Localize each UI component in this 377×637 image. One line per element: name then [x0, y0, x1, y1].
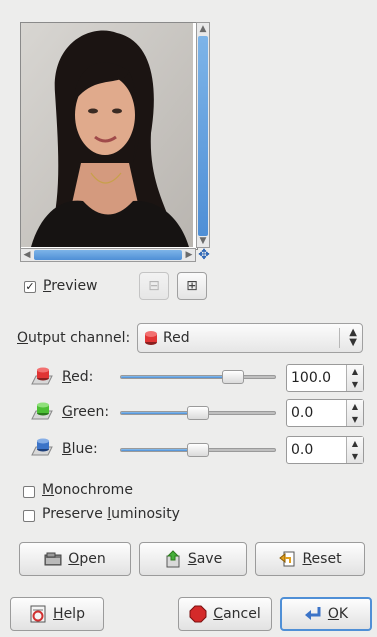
scroll-left-icon[interactable]: ◀: [21, 249, 33, 261]
scroll-up-icon[interactable]: ▲: [197, 23, 209, 35]
scroll-down-icon[interactable]: ▼: [197, 235, 209, 247]
decrement-icon[interactable]: ▼: [347, 413, 363, 426]
zoom-out-button[interactable]: ⊟: [139, 272, 169, 300]
zoom-out-icon: ⊟: [148, 278, 160, 294]
green-slider[interactable]: [120, 406, 276, 420]
open-label: Open: [68, 551, 106, 567]
blue-slider[interactable]: [120, 443, 276, 457]
ok-enter-icon: [304, 607, 321, 620]
save-label: Save: [187, 551, 223, 567]
red-slider-knob[interactable]: [222, 370, 244, 384]
red-spinbox[interactable]: 100.0 ▲ ▼: [286, 364, 364, 392]
combo-arrows-icon: ▲ ▼: [349, 327, 357, 348]
red-label: Red:: [62, 369, 94, 385]
scroll-thumb[interactable]: [34, 250, 182, 260]
increment-icon[interactable]: ▲: [347, 365, 363, 378]
red-channel-icon: [31, 367, 53, 385]
ok-button[interactable]: OK: [280, 597, 372, 631]
monochrome-label[interactable]: Monochrome: [42, 482, 133, 498]
output-channel-combo[interactable]: Red ▲ ▼: [137, 323, 363, 353]
blue-slider-fill: [121, 449, 197, 451]
help-label: Help: [53, 606, 85, 622]
open-folder-icon: [44, 552, 62, 566]
preview-checkbox[interactable]: ✓: [24, 281, 36, 293]
scroll-thumb[interactable]: [198, 36, 208, 236]
blue-value[interactable]: 0.0: [291, 442, 313, 458]
preview-horizontal-scrollbar[interactable]: ◀ ▶: [20, 248, 196, 262]
navigate-move-icon[interactable]: ✥: [197, 248, 211, 262]
blue-spinbox[interactable]: 0.0 ▲ ▼: [286, 436, 364, 464]
increment-icon[interactable]: ▲: [347, 437, 363, 450]
preview-vertical-scrollbar[interactable]: ▲ ▼: [196, 22, 210, 248]
red-value[interactable]: 100.0: [291, 370, 331, 386]
red-slider[interactable]: [120, 370, 276, 384]
decrement-icon[interactable]: ▼: [347, 378, 363, 391]
zoom-in-icon: ⊞: [186, 278, 198, 294]
green-label: Green:: [62, 404, 110, 420]
portrait-photo: [21, 23, 193, 247]
help-icon: [30, 605, 46, 623]
blue-label: Blue:: [62, 441, 98, 457]
help-button[interactable]: Help: [10, 597, 104, 631]
green-slider-fill: [121, 412, 197, 414]
reset-label: Reset: [302, 551, 342, 567]
preview-label[interactable]: Preview: [43, 278, 98, 294]
output-channel-label: Output channel:: [17, 330, 131, 346]
open-button[interactable]: Open: [19, 542, 131, 576]
cancel-label: Cancel: [213, 606, 261, 622]
save-button[interactable]: Save: [139, 542, 247, 576]
increment-icon[interactable]: ▲: [347, 400, 363, 413]
cancel-button[interactable]: Cancel: [178, 597, 272, 631]
save-icon: [166, 550, 180, 568]
reset-button[interactable]: Reset: [255, 542, 365, 576]
zoom-in-button[interactable]: ⊞: [177, 272, 207, 300]
red-channel-icon: [145, 331, 157, 345]
green-value[interactable]: 0.0: [291, 405, 313, 421]
preserve-luminosity-label[interactable]: Preserve luminosity: [42, 506, 180, 522]
green-channel-icon: [31, 402, 53, 420]
ok-label: OK: [327, 606, 349, 622]
decrement-icon[interactable]: ▼: [347, 450, 363, 463]
preview-image[interactable]: [21, 23, 193, 247]
blue-channel-icon: [31, 438, 53, 456]
monochrome-checkbox[interactable]: [23, 486, 35, 498]
green-slider-knob[interactable]: [187, 406, 209, 420]
red-slider-fill: [121, 376, 233, 378]
cancel-stop-icon: [189, 605, 207, 623]
green-spinbox[interactable]: 0.0 ▲ ▼: [286, 399, 364, 427]
reset-icon: [279, 551, 295, 567]
scroll-right-icon[interactable]: ▶: [183, 249, 195, 261]
preserve-luminosity-checkbox[interactable]: [23, 510, 35, 522]
blue-slider-knob[interactable]: [187, 443, 209, 457]
output-channel-value: Red: [163, 330, 190, 346]
